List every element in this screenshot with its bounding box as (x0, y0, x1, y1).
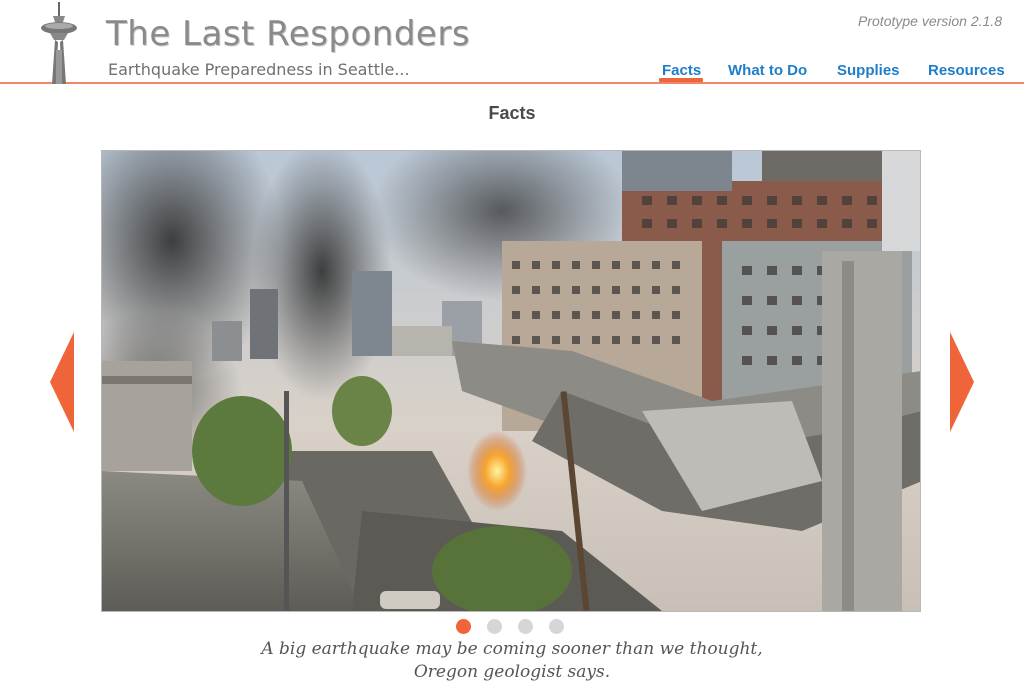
nav-item-resources[interactable]: Resources (928, 62, 1005, 79)
carousel-dot-2[interactable] (487, 619, 502, 634)
carousel-caption: A big earthquake may be coming sooner th… (0, 638, 1024, 684)
site-subtitle: Earthquake Preparedness in Seattle... (108, 60, 410, 79)
triangle-right-icon[interactable] (948, 330, 976, 434)
carousel-dot-1[interactable] (456, 619, 471, 634)
collapsed-city-photo (102, 151, 920, 611)
nav-item-supplies[interactable]: Supplies (837, 62, 900, 79)
active-nav-indicator (659, 78, 703, 82)
caption-line-1: A big earthquake may be coming sooner th… (261, 639, 763, 659)
carousel-dot-3[interactable] (518, 619, 533, 634)
site-title[interactable]: The Last Responders (106, 14, 470, 54)
triangle-left-icon[interactable] (48, 330, 76, 434)
carousel-dot-4[interactable] (549, 619, 564, 634)
version-label: Prototype version 2.1.8 (858, 13, 1002, 29)
space-needle-icon[interactable] (38, 2, 80, 84)
page-title: Facts (488, 103, 536, 123)
nav-item-what-to-do[interactable]: What to Do (728, 62, 807, 79)
caption-line-2: Oregon geologist says. (413, 662, 611, 682)
nav-item-facts[interactable]: Facts (662, 62, 701, 79)
carousel-image[interactable] (101, 150, 921, 612)
